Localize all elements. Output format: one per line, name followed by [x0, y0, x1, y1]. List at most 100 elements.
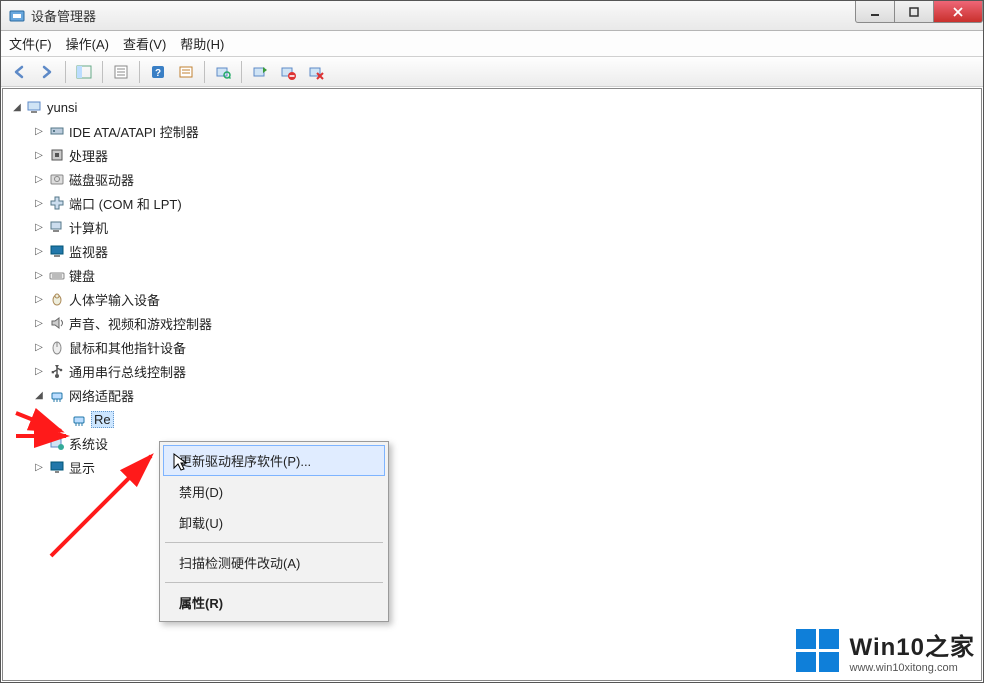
tree-item-label: 鼠标和其他指针设备 [69, 338, 186, 357]
keyboard-icon [49, 267, 65, 283]
expander-icon[interactable]: ▷ [33, 293, 45, 305]
tree-item[interactable]: ▷ 鼠标和其他指针设备 [33, 335, 977, 359]
display-icon [49, 459, 65, 475]
expander-icon[interactable]: ▷ [33, 221, 45, 233]
mouse-icon [49, 339, 65, 355]
help-button[interactable]: ? [146, 60, 170, 84]
menu-action[interactable]: 操作(A) [66, 34, 109, 53]
expander-icon[interactable]: ▷ [33, 461, 45, 473]
maximize-button[interactable] [894, 1, 934, 23]
expander-icon[interactable]: ◢ [33, 389, 45, 401]
network-icon [71, 411, 87, 427]
toolbar-separator [204, 61, 205, 83]
device-tree[interactable]: ◢ yunsi ▷ IDE ATA/ATAPI 控制器 ▷ 处理器 ▷ 磁盘驱动器 ▷ 端口 … [7, 95, 977, 479]
watermark: Win10之家 www.win10xitong.com [796, 627, 975, 674]
sound-icon [49, 315, 65, 331]
network-icon [49, 387, 65, 403]
controller-icon [49, 123, 65, 139]
expander-icon[interactable]: ▷ [33, 317, 45, 329]
device-tree-panel[interactable]: ◢ yunsi ▷ IDE ATA/ATAPI 控制器 ▷ 处理器 ▷ 磁盘驱动器 ▷ 端口 … [2, 88, 982, 681]
cpu-icon [49, 147, 65, 163]
context-menu-update-driver[interactable]: 更新驱动程序软件(P)... [163, 445, 385, 476]
tree-item[interactable]: ▷ 处理器 [33, 143, 977, 167]
svg-text:?: ? [155, 68, 161, 79]
monitor-icon [49, 243, 65, 259]
expander-icon[interactable]: ◢ [11, 101, 23, 113]
expander-icon[interactable]: ▷ [33, 125, 45, 137]
device-manager-window: 设备管理器 文件(F) 操作(A) 查看(V) 帮助(H) ? [0, 0, 984, 683]
expander-icon[interactable]: ▷ [33, 245, 45, 257]
port-icon [49, 195, 65, 211]
menubar: 文件(F) 操作(A) 查看(V) 帮助(H) [1, 31, 983, 57]
tree-item-label: 磁盘驱动器 [69, 170, 134, 189]
tree-item-label: 声音、视频和游戏控制器 [69, 314, 212, 333]
back-button[interactable] [7, 60, 31, 84]
system-icon [49, 435, 65, 451]
expander-icon[interactable]: ▷ [33, 341, 45, 353]
tree-item-label: IDE ATA/ATAPI 控制器 [69, 122, 199, 141]
tree-item[interactable]: ▷ 键盘 [33, 263, 977, 287]
tree-root[interactable]: ◢ yunsi [11, 95, 977, 119]
titlebar: 设备管理器 [1, 1, 983, 31]
tree-item[interactable]: ▷通用串行总线控制器 [33, 359, 977, 383]
usb-icon [49, 363, 65, 379]
context-menu-separator [165, 582, 383, 583]
toolbar: ? [1, 57, 983, 87]
expander-icon[interactable]: ▷ [33, 365, 45, 377]
toolbar-separator [65, 61, 66, 83]
menu-file[interactable]: 文件(F) [9, 34, 52, 53]
tree-item[interactable]: ▷ 人体学输入设备 [33, 287, 977, 311]
context-menu-item-label: 更新驱动程序软件(P)... [179, 454, 311, 469]
show-console-tree-button[interactable] [72, 60, 96, 84]
expander-icon[interactable] [55, 413, 67, 425]
tree-item[interactable]: ▷ 监视器 [33, 239, 977, 263]
tree-item[interactable]: ▷ 端口 (COM 和 LPT) [33, 191, 977, 215]
menu-help[interactable]: 帮助(H) [180, 34, 224, 53]
tree-item[interactable]: ▷ IDE ATA/ATAPI 控制器 [33, 119, 977, 143]
tree-item[interactable]: ▷ 计算机 [33, 215, 977, 239]
watermark-text: Win10之家 www.win10xitong.com [850, 627, 975, 674]
context-menu-separator [165, 542, 383, 543]
expander-icon[interactable]: ▷ [33, 437, 45, 449]
tree-item-label: 端口 (COM 和 LPT) [69, 194, 182, 213]
context-menu-properties[interactable]: 属性(R) [163, 587, 385, 618]
tree-item-label: 键盘 [69, 266, 95, 285]
context-menu-disable[interactable]: 禁用(D) [163, 476, 385, 507]
expander-icon[interactable]: ▷ [33, 173, 45, 185]
context-menu-item-label: 属性(R) [179, 596, 223, 611]
tree-item[interactable]: ▷ 声音、视频和游戏控制器 [33, 311, 977, 335]
tree-item-label: 处理器 [69, 146, 108, 165]
forward-button[interactable] [35, 60, 59, 84]
update-driver-button[interactable] [248, 60, 272, 84]
context-menu-item-label: 卸载(U) [179, 516, 223, 531]
watermark-brand: Win10之家 [850, 627, 975, 662]
window-controls [856, 1, 983, 30]
hid-icon [49, 291, 65, 307]
minimize-button[interactable] [855, 1, 895, 23]
tree-item[interactable]: ▷ 磁盘驱动器 [33, 167, 977, 191]
properties-button[interactable] [109, 60, 133, 84]
context-menu-uninstall[interactable]: 卸载(U) [163, 507, 385, 538]
tree-item-label: 监视器 [69, 242, 108, 261]
disable-device-button[interactable] [276, 60, 300, 84]
tree-item[interactable]: ◢网络适配器 [33, 383, 977, 407]
expander-icon[interactable]: ▷ [33, 269, 45, 281]
uninstall-device-button[interactable] [304, 60, 328, 84]
context-menu-scan-hardware[interactable]: 扫描检测硬件改动(A) [163, 547, 385, 578]
close-button[interactable] [933, 1, 983, 23]
tree-item-label: 计算机 [69, 218, 108, 237]
expander-icon[interactable]: ▷ [33, 149, 45, 161]
window-title: 设备管理器 [31, 6, 856, 25]
app-icon [9, 8, 25, 24]
expander-icon[interactable]: ▷ [33, 197, 45, 209]
context-menu-item-label: 扫描检测硬件改动(A) [179, 556, 300, 571]
windows-logo-icon [796, 629, 840, 673]
menu-view[interactable]: 查看(V) [123, 34, 166, 53]
scan-hardware-button[interactable] [211, 60, 235, 84]
toolbar-separator [102, 61, 103, 83]
tree-item-label: 人体学输入设备 [69, 290, 160, 309]
tree-item-label: 显示 [69, 458, 95, 477]
details-button[interactable] [174, 60, 198, 84]
tree-item[interactable]: Re [55, 407, 977, 431]
context-menu-item-label: 禁用(D) [179, 485, 223, 500]
